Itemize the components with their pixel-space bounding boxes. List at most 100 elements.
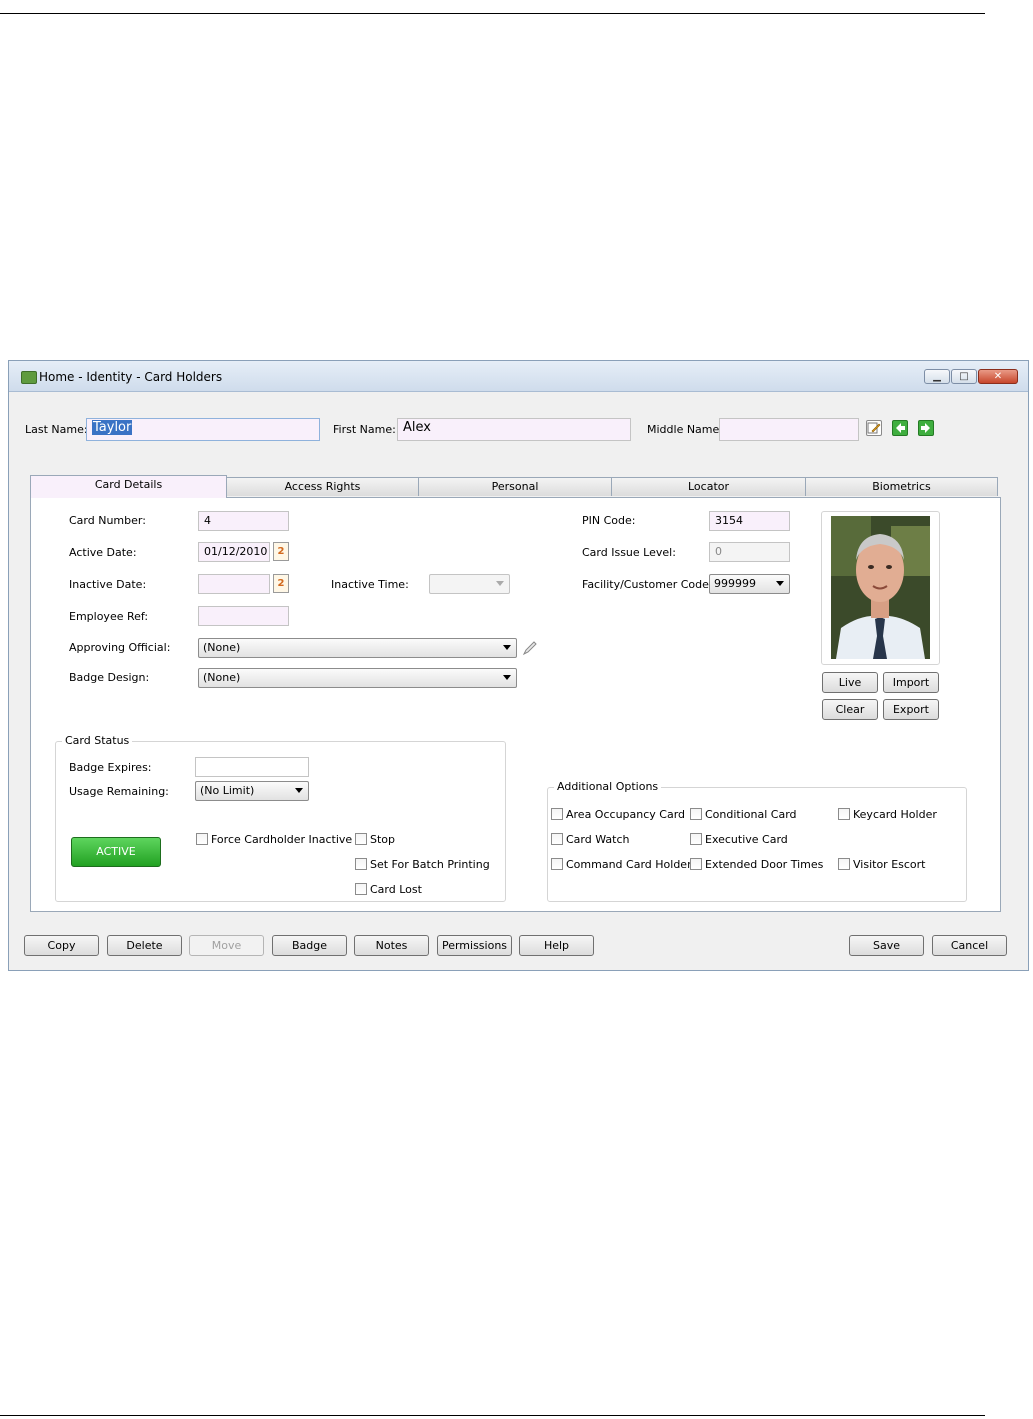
badge-expires-label: Badge Expires: <box>69 761 152 774</box>
window-title: Home - Identity - Card Holders <box>39 370 223 384</box>
export-photo-button[interactable]: Export <box>883 699 939 720</box>
stop-label: Stop <box>370 833 396 846</box>
conditional-card-label: Conditional Card <box>705 808 797 821</box>
chevron-down-icon <box>776 581 784 586</box>
force-inactive-checkbox[interactable] <box>196 833 208 845</box>
cancel-button[interactable]: Cancel <box>932 935 1007 956</box>
badge-button[interactable]: Badge <box>272 935 347 956</box>
approving-official-value: (None) <box>203 641 241 654</box>
delete-button[interactable]: Delete <box>107 935 182 956</box>
chevron-down-icon <box>503 675 511 680</box>
maximize-button[interactable]: □ <box>951 369 977 384</box>
middle-name-field[interactable] <box>719 418 859 441</box>
card-lost-label: Card Lost <box>370 883 422 896</box>
inactive-date-field[interactable] <box>198 574 270 594</box>
minimize-button[interactable]: ▁ <box>924 369 950 384</box>
active-date-label: Active Date: <box>69 546 137 559</box>
additional-options-title: Additional Options <box>554 780 662 793</box>
extended-door-label: Extended Door Times <box>705 858 824 871</box>
previous-record-icon[interactable] <box>892 420 908 436</box>
card-lost-checkbox[interactable] <box>355 883 367 895</box>
card-status-active-button[interactable]: ACTIVE <box>71 837 161 867</box>
move-button[interactable]: Move <box>189 935 264 956</box>
keycard-holder-checkbox[interactable] <box>838 808 850 820</box>
card-watch-checkbox[interactable] <box>551 833 563 845</box>
help-button[interactable]: Help <box>519 935 594 956</box>
approving-official-label: Approving Official: <box>69 641 171 654</box>
pen-icon[interactable] <box>522 640 538 656</box>
active-date-field[interactable]: 01/12/2010 <box>198 542 270 562</box>
employee-ref-field[interactable] <box>198 606 289 626</box>
clear-photo-button[interactable]: Clear <box>822 699 878 720</box>
visitor-escort-checkbox[interactable] <box>838 858 850 870</box>
card-number-field[interactable]: 4 <box>198 511 289 531</box>
photo-frame <box>821 511 940 665</box>
approving-official-select[interactable]: (None) <box>198 638 517 658</box>
notes-button[interactable]: Notes <box>354 935 429 956</box>
employee-ref-label: Employee Ref: <box>69 610 149 623</box>
title-bar: Home - Identity - Card Holders ▁ □ ✕ <box>9 361 1028 392</box>
usage-remaining-value: (No Limit) <box>200 784 255 797</box>
inactive-time-select[interactable] <box>429 574 510 594</box>
minimize-icon: ▁ <box>933 371 941 382</box>
import-photo-button[interactable]: Import <box>883 672 939 693</box>
save-button[interactable]: Save <box>849 935 924 956</box>
facility-code-select[interactable]: 999999 <box>709 574 790 594</box>
stop-checkbox[interactable] <box>355 833 367 845</box>
active-date-calendar-icon[interactable]: 2 <box>273 542 289 561</box>
pin-code-label: PIN Code: <box>582 514 636 527</box>
conditional-card-checkbox[interactable] <box>690 808 702 820</box>
usage-remaining-select[interactable]: (No Limit) <box>195 781 309 801</box>
middle-name-label: Middle Name: <box>647 423 723 436</box>
inactive-date-calendar-icon[interactable]: 2 <box>273 574 289 593</box>
close-button[interactable]: ✕ <box>978 369 1018 384</box>
tab-card-details[interactable]: Card Details <box>30 475 227 498</box>
chevron-down-icon <box>496 581 504 586</box>
command-card-label: Command Card Holder <box>566 858 692 871</box>
card-status-title: Card Status <box>62 734 133 747</box>
page-top-rule <box>0 13 985 14</box>
badge-expires-field[interactable] <box>195 757 309 777</box>
tab-biometrics[interactable]: Biometrics <box>805 477 998 496</box>
chevron-down-icon <box>503 645 511 650</box>
visitor-escort-label: Visitor Escort <box>853 858 926 871</box>
tab-locator[interactable]: Locator <box>611 477 806 496</box>
command-card-checkbox[interactable] <box>551 858 563 870</box>
area-occupancy-checkbox[interactable] <box>551 808 563 820</box>
card-watch-label: Card Watch <box>566 833 630 846</box>
keycard-holder-label: Keycard Holder <box>853 808 937 821</box>
tab-access-rights[interactable]: Access Rights <box>226 477 419 496</box>
badge-design-select[interactable]: (None) <box>198 668 517 688</box>
edit-notes-icon[interactable] <box>866 420 882 436</box>
chevron-down-icon <box>295 788 303 793</box>
first-name-field[interactable]: Alex <box>397 418 631 441</box>
last-name-field[interactable]: Taylor <box>86 418 320 441</box>
next-record-icon[interactable] <box>918 420 934 436</box>
cardholder-photo <box>831 516 930 659</box>
batch-printing-checkbox[interactable] <box>355 858 367 870</box>
badge-design-label: Badge Design: <box>69 671 150 684</box>
copy-button[interactable]: Copy <box>24 935 99 956</box>
card-number-label: Card Number: <box>69 514 146 527</box>
executive-card-label: Executive Card <box>705 833 788 846</box>
usage-remaining-label: Usage Remaining: <box>69 785 169 798</box>
pin-code-field[interactable]: 3154 <box>709 511 790 531</box>
executive-card-checkbox[interactable] <box>690 833 702 845</box>
facility-code-label: Facility/Customer Code: <box>582 578 713 591</box>
tab-personal[interactable]: Personal <box>418 477 612 496</box>
app-icon <box>21 371 37 384</box>
first-name-label: First Name: <box>333 423 396 436</box>
extended-door-checkbox[interactable] <box>690 858 702 870</box>
badge-design-value: (None) <box>203 671 241 684</box>
live-photo-button[interactable]: Live <box>822 672 878 693</box>
inactive-date-label: Inactive Date: <box>69 578 147 591</box>
card-issue-level-label: Card Issue Level: <box>582 546 676 559</box>
page-bottom-rule <box>0 1415 985 1416</box>
maximize-icon: □ <box>959 371 969 382</box>
card-issue-level-field: 0 <box>709 542 790 562</box>
area-occupancy-label: Area Occupancy Card <box>566 808 686 821</box>
permissions-button[interactable]: Permissions <box>437 935 512 956</box>
force-inactive-label: Force Cardholder Inactive <box>211 833 353 846</box>
last-name-value: Taylor <box>92 420 133 435</box>
last-name-label: Last Name: <box>25 423 88 436</box>
